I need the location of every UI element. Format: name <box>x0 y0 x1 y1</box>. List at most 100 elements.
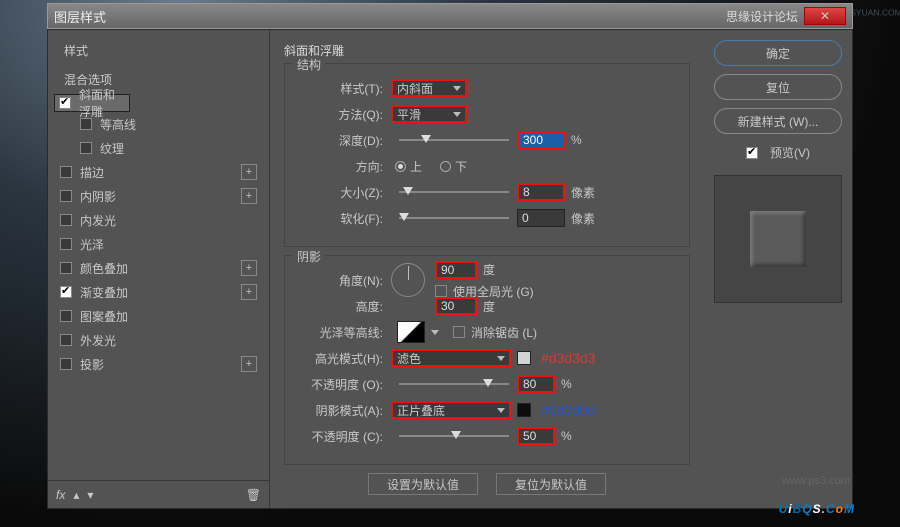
depth-field[interactable]: 300 <box>517 131 565 149</box>
styles-header[interactable]: 样式 <box>54 36 263 65</box>
technique-label: 方法(Q): <box>297 106 383 123</box>
ok-button[interactable]: 确定 <box>714 40 842 66</box>
down-label: 下 <box>455 158 467 175</box>
technique-value: 平滑 <box>397 106 421 123</box>
fx-icon[interactable]: fx <box>56 488 65 502</box>
cancel-button[interactable]: 复位 <box>714 74 842 100</box>
style-item-innershadow[interactable]: 内阴影 + <box>54 184 263 208</box>
global-light-checkbox[interactable] <box>435 285 447 297</box>
style-check-satin[interactable] <box>60 238 72 250</box>
altitude-unit: 度 <box>483 298 495 315</box>
style-label: 外发光 <box>80 332 257 349</box>
shadow-opacity-label: 不透明度 (C): <box>297 428 383 445</box>
add-effect-icon[interactable]: + <box>241 188 257 204</box>
shadow-mode-select[interactable]: 正片叠底 <box>391 401 511 419</box>
arrow-down-icon[interactable]: ▾ <box>87 488 93 502</box>
titlebar: 图层样式 思缘设计论坛 ✕ <box>47 3 853 29</box>
style-check-dropshadow[interactable] <box>60 358 72 370</box>
style-item-stroke[interactable]: 描边 + <box>54 160 263 184</box>
style-label: 纹理 <box>100 140 257 157</box>
add-effect-icon[interactable]: + <box>241 164 257 180</box>
close-button[interactable]: ✕ <box>804 7 846 25</box>
angle-wheel[interactable] <box>391 263 425 297</box>
highlight-opacity-slider[interactable] <box>399 377 509 391</box>
soften-slider[interactable] <box>399 211 509 225</box>
gloss-contour-picker[interactable] <box>397 321 425 343</box>
style-check-innerglow[interactable] <box>60 214 72 226</box>
highlight-opacity-field[interactable]: 80 <box>517 375 555 393</box>
styles-footer: fx ▴ ▾ 🗑 <box>48 480 269 508</box>
gloss-contour-label: 光泽等高线: <box>297 324 383 341</box>
size-field[interactable]: 8 <box>517 183 565 201</box>
chevron-down-icon <box>497 408 505 413</box>
antialias-label: 消除锯齿 (L) <box>471 324 537 341</box>
style-item-coloroverlay[interactable]: 颜色叠加 + <box>54 256 263 280</box>
opacity-unit: % <box>561 429 572 443</box>
highlight-mode-select[interactable]: 滤色 <box>391 349 511 367</box>
shadow-color-swatch[interactable] <box>517 403 531 417</box>
style-select[interactable]: 内斜面 <box>391 79 467 97</box>
altitude-field[interactable]: 30 <box>435 297 477 315</box>
right-panel: 确定 复位 新建样式 (W)... 预览(V) <box>704 30 852 508</box>
preview-swatch <box>750 211 806 267</box>
size-unit: 像素 <box>571 184 595 201</box>
add-effect-icon[interactable]: + <box>241 356 257 372</box>
style-check-stroke[interactable] <box>60 166 72 178</box>
style-item-bevel[interactable]: 斜面和浮雕 <box>54 94 130 112</box>
shadow-opacity-field[interactable]: 50 <box>517 427 555 445</box>
new-style-button[interactable]: 新建样式 (W)... <box>714 108 842 134</box>
angle-field[interactable]: 90 <box>435 261 477 279</box>
shadow-color-note: #0d0d0d <box>541 402 596 418</box>
reset-default-button[interactable]: 复位为默认值 <box>496 473 606 495</box>
add-effect-icon[interactable]: + <box>241 260 257 276</box>
style-label: 内发光 <box>80 212 257 229</box>
style-item-dropshadow[interactable]: 投影 + <box>54 352 263 376</box>
highlight-opacity-label: 不透明度 (O): <box>297 376 383 393</box>
style-check-coloroverlay[interactable] <box>60 262 72 274</box>
chevron-down-icon <box>453 86 461 91</box>
soften-field[interactable]: 0 <box>517 209 565 227</box>
style-item-gradientoverlay[interactable]: 渐变叠加 + <box>54 280 263 304</box>
style-check-patternoverlay[interactable] <box>60 310 72 322</box>
styles-panel: 样式 混合选项 斜面和浮雕 等高线 纹理 描边 + 内阴影 <box>48 30 270 508</box>
style-item-innerglow[interactable]: 内发光 <box>54 208 263 232</box>
highlight-color-swatch[interactable] <box>517 351 531 365</box>
depth-slider[interactable] <box>399 133 509 147</box>
up-label: 上 <box>410 158 422 175</box>
chevron-down-icon[interactable] <box>431 330 439 335</box>
shadow-opacity-slider[interactable] <box>399 429 509 443</box>
shading-fieldset: 阴影 角度(N): 90 度 使用全局光 (G) 高度: <box>284 255 690 465</box>
style-check-gradientoverlay[interactable] <box>60 286 72 298</box>
style-label: 描边 <box>80 164 241 181</box>
style-item-satin[interactable]: 光泽 <box>54 232 263 256</box>
make-default-button[interactable]: 设置为默认值 <box>368 473 478 495</box>
size-slider[interactable] <box>399 185 509 199</box>
settings-panel: 斜面和浮雕 结构 样式(T): 内斜面 方法(Q): 平滑 深度(D): 300… <box>270 30 704 508</box>
style-label: 图案叠加 <box>80 308 257 325</box>
arrow-up-icon[interactable]: ▴ <box>73 488 79 502</box>
highlight-mode-value: 滤色 <box>397 350 421 367</box>
antialias-checkbox[interactable] <box>453 326 465 338</box>
style-item-texture[interactable]: 纹理 <box>54 136 263 160</box>
add-effect-icon[interactable]: + <box>241 284 257 300</box>
soften-unit: 像素 <box>571 210 595 227</box>
style-item-outerglow[interactable]: 外发光 <box>54 328 263 352</box>
style-item-patternoverlay[interactable]: 图案叠加 <box>54 304 263 328</box>
style-check-bevel[interactable] <box>59 97 71 109</box>
structure-fieldset: 结构 样式(T): 内斜面 方法(Q): 平滑 深度(D): 300 % 方向:… <box>284 63 690 247</box>
bevel-title: 斜面和浮雕 <box>284 42 690 59</box>
shadow-mode-label: 阴影模式(A): <box>297 402 383 419</box>
trash-icon[interactable]: 🗑 <box>246 488 261 502</box>
style-label: 投影 <box>80 356 241 373</box>
technique-select[interactable]: 平滑 <box>391 105 467 123</box>
direction-up-radio[interactable] <box>395 161 406 172</box>
style-check-innershadow[interactable] <box>60 190 72 202</box>
preview-checkbox[interactable] <box>746 147 758 159</box>
angle-unit: 度 <box>483 261 495 278</box>
highlight-color-note: #d3d3d3 <box>541 350 596 366</box>
direction-down-radio[interactable] <box>440 161 451 172</box>
style-check-texture[interactable] <box>80 142 92 154</box>
style-check-outerglow[interactable] <box>60 334 72 346</box>
shadow-mode-value: 正片叠底 <box>397 402 445 419</box>
style-check-contour[interactable] <box>80 118 92 130</box>
